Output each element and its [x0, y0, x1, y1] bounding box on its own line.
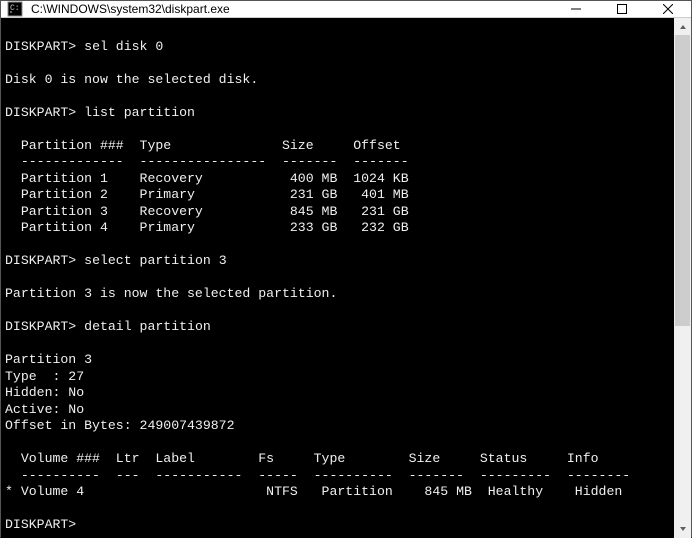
command-text: list partition: [84, 105, 195, 120]
table-row: * Volume 4 NTFS Partition 845 MB Healthy…: [5, 484, 622, 499]
command-text: select partition 3: [84, 253, 226, 268]
scroll-down-button[interactable]: [674, 521, 691, 538]
table-header: Volume ### Ltr Label Fs Type Size Status…: [5, 451, 599, 466]
titlebar[interactable]: C: C:\WINDOWS\system32\diskpart.exe: [1, 1, 691, 18]
table-divider: ---------- --- ----------- ----- -------…: [5, 468, 630, 483]
prompt: DISKPART>: [5, 253, 76, 268]
app-icon: C:: [7, 1, 23, 17]
scroll-up-button[interactable]: [674, 18, 691, 35]
table-row: Partition 4 Primary 233 GB 232 GB: [5, 220, 409, 235]
window-title: C:\WINDOWS\system32\diskpart.exe: [29, 2, 553, 16]
prompt: DISKPART>: [5, 105, 76, 120]
prompt: DISKPART>: [5, 319, 76, 334]
output-line: Offset in Bytes: 249007439872: [5, 418, 235, 433]
output-line: Partition 3 is now the selected partitio…: [5, 286, 337, 301]
output-line: Hidden: No: [5, 385, 84, 400]
window-controls: [553, 1, 691, 17]
scrollbar-track[interactable]: [674, 35, 691, 521]
client-area: DISKPART> sel disk 0 Disk 0 is now the s…: [1, 18, 691, 538]
command-text: sel disk 0: [84, 39, 163, 54]
close-button[interactable]: [645, 1, 691, 17]
table-row: Partition 3 Recovery 845 MB 231 GB: [5, 204, 409, 219]
table-header: Partition ### Type Size Offset: [5, 138, 401, 153]
command-text: detail partition: [84, 319, 211, 334]
scrollbar-thumb[interactable]: [675, 35, 690, 326]
table-divider: ------------- ---------------- ------- -…: [5, 154, 409, 169]
output-line: Disk 0 is now the selected disk.: [5, 72, 258, 87]
prompt: DISKPART>: [5, 39, 76, 54]
prompt: DISKPART>: [5, 517, 76, 532]
table-row: Partition 2 Primary 231 GB 401 MB: [5, 187, 409, 202]
maximize-button[interactable]: [599, 1, 645, 17]
output-line: Type : 27: [5, 369, 84, 384]
output-line: Active: No: [5, 402, 84, 417]
table-row: Partition 1 Recovery 400 MB 1024 KB: [5, 171, 409, 186]
output-line: Partition 3: [5, 352, 92, 367]
app-window: C: C:\WINDOWS\system32\diskpart.exe DISK…: [0, 0, 692, 537]
terminal-output[interactable]: DISKPART> sel disk 0 Disk 0 is now the s…: [1, 18, 674, 538]
vertical-scrollbar[interactable]: [674, 18, 691, 538]
minimize-button[interactable]: [553, 1, 599, 17]
